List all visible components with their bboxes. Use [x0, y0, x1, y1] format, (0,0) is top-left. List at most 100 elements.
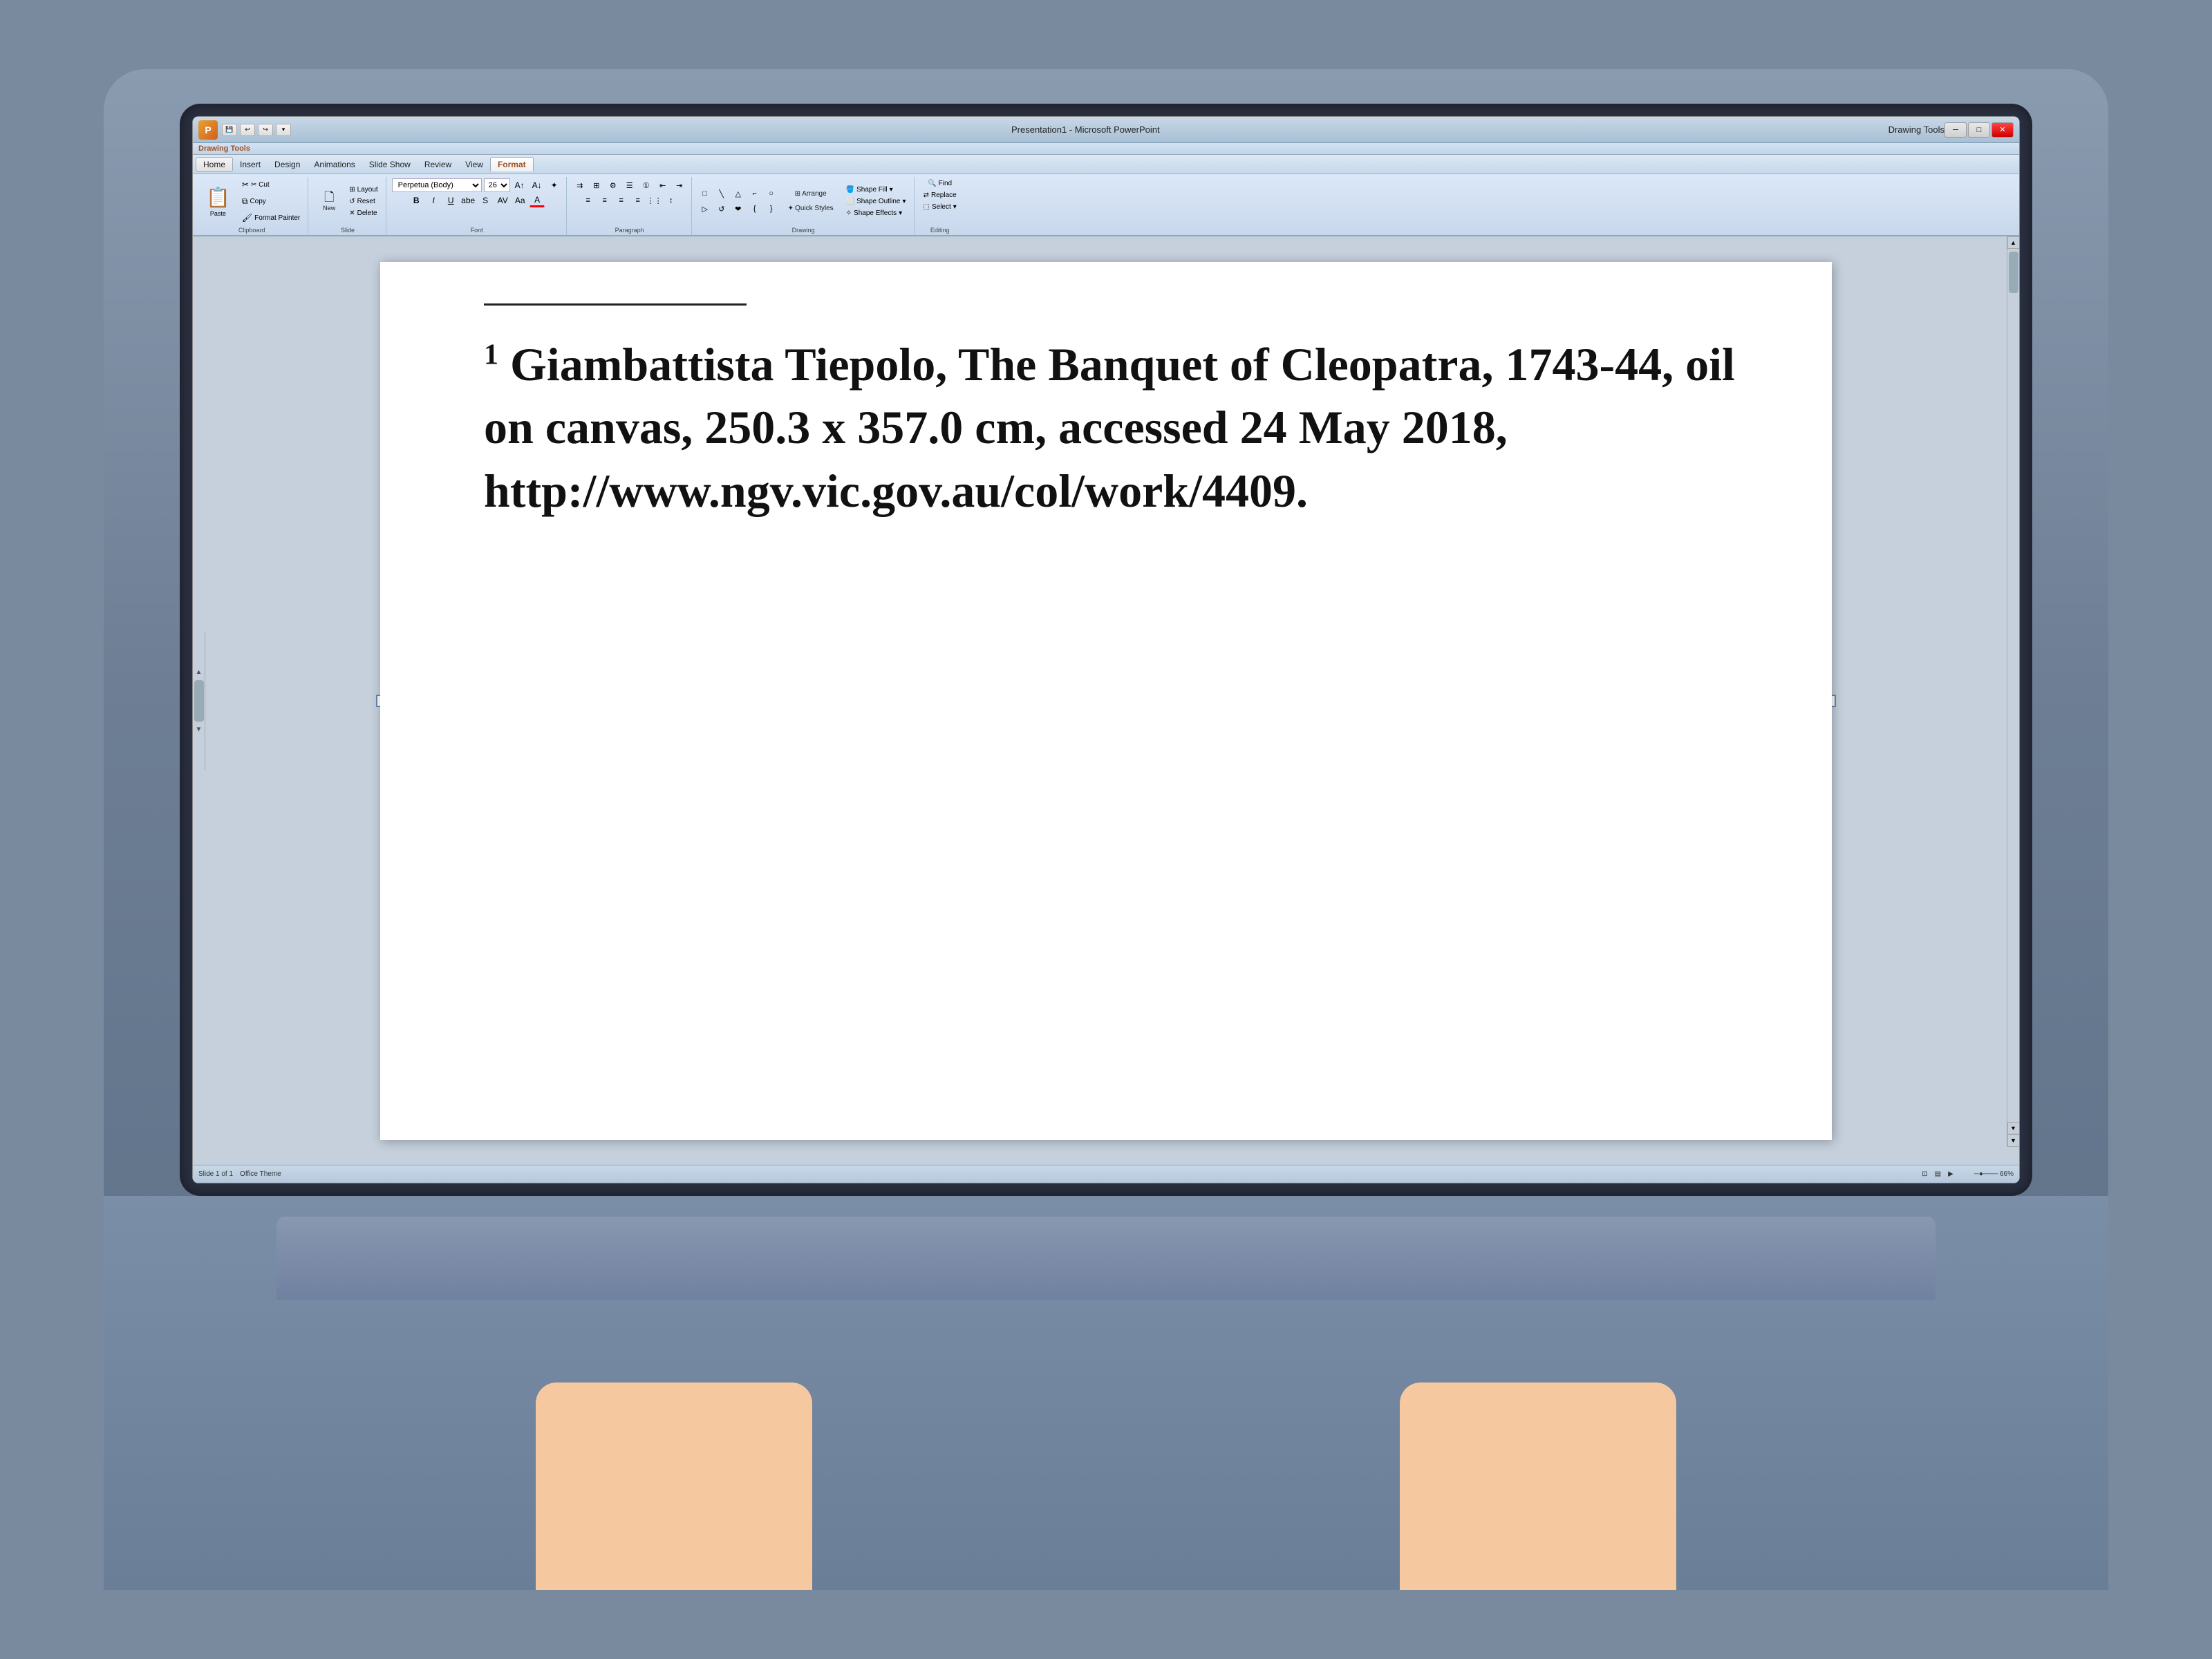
font-size-select[interactable]: 26	[484, 178, 510, 192]
copy-button[interactable]: ⧉ Copy	[238, 195, 303, 208]
slide-divider	[484, 303, 747, 306]
font-face-select[interactable]: Perpetua (Body)	[392, 178, 482, 192]
reset-button[interactable]: ↺ Reset	[346, 196, 381, 207]
menu-view[interactable]: View	[458, 158, 490, 171]
quick-styles-icon: ✦	[788, 205, 794, 212]
text-direction-btn[interactable]: ⇉	[572, 178, 588, 192]
left-scroll-up[interactable]: ▲	[194, 667, 204, 677]
strikethrough-button[interactable]: abe	[460, 194, 476, 207]
delete-button[interactable]: ✕ Delete	[346, 208, 381, 218]
find-button[interactable]: 🔍 Find	[924, 178, 955, 189]
shape-btn-6[interactable]: ▷	[697, 202, 713, 216]
close-btn[interactable]: ✕	[1991, 122, 2014, 138]
shape-btn-4[interactable]: ⌐	[747, 187, 762, 200]
menu-format[interactable]: Format	[490, 157, 534, 171]
drawing-label: Drawing	[693, 227, 914, 234]
line-spacing-btn[interactable]: ↕	[664, 194, 679, 207]
shape-outline-btn[interactable]: ⬜ Shape Outline▾	[843, 196, 910, 207]
vertical-scrollbar[interactable]: ▲ ▼ ▼	[2007, 236, 2019, 1147]
scroll-thumb[interactable]	[2009, 252, 2018, 293]
editing-label: Editing	[916, 227, 964, 234]
shape-btn-8[interactable]: ❤	[731, 202, 746, 216]
numbering-btn[interactable]: ①	[639, 178, 654, 192]
shape-btn-2[interactable]: ╲	[714, 187, 729, 200]
increase-indent-btn[interactable]: ⇥	[672, 178, 687, 192]
decrease-font-btn[interactable]: A↓	[529, 178, 545, 192]
scroll-down-btn-2[interactable]: ▼	[2007, 1134, 2020, 1147]
shape-fill-btn[interactable]: 🪣 Shape Fill▾	[843, 185, 910, 195]
underline-button[interactable]: U	[443, 194, 458, 207]
scroll-up-btn[interactable]: ▲	[2007, 236, 2020, 249]
align-center-btn[interactable]: ≡	[597, 194, 612, 207]
shape-btn-7[interactable]: ↺	[714, 202, 729, 216]
cut-button[interactable]: ✂ ✂ Cut	[238, 178, 303, 191]
slide-main-text[interactable]: 1 Giambattista Tiepolo, The Banquet of C…	[484, 333, 1749, 523]
shape-effects-btn[interactable]: ✧ Shape Effects▾	[843, 208, 910, 218]
spacing-button[interactable]: AV	[495, 194, 510, 207]
left-scrollbar[interactable]: ▲ ▼	[193, 632, 205, 770]
bullets-btn[interactable]: ☰	[622, 178, 637, 192]
new-slide-button[interactable]: 🗋 New	[314, 188, 344, 215]
shape-btn-10[interactable]: }	[764, 202, 779, 216]
zoom-slider[interactable]: ─●─── 66%	[1974, 1170, 2014, 1178]
menu-slideshow[interactable]: Slide Show	[362, 158, 418, 171]
undo-qs-btn[interactable]: ↩	[240, 124, 255, 136]
slide-count: Slide 1 of 1	[198, 1170, 233, 1178]
screen-inner: P 💾 ↩ ↪ ▾ Presentation1 - Microsoft Powe…	[192, 116, 2020, 1183]
menu-animations[interactable]: Animations	[307, 158, 362, 171]
view-normal-btn[interactable]: ⊡	[1922, 1170, 1927, 1178]
align-right-btn[interactable]: ≡	[614, 194, 629, 207]
left-scroll-thumb[interactable]	[194, 680, 204, 722]
layout-button[interactable]: ⊞ Layout	[346, 185, 381, 195]
scroll-down-btn-1[interactable]: ▼	[2007, 1122, 2020, 1134]
ribbon-content: 📋 Paste ✂ ✂ Cut ⧉	[193, 174, 2019, 235]
screen-bezel: P 💾 ↩ ↪ ▾ Presentation1 - Microsoft Powe…	[180, 104, 2032, 1196]
ribbon-group-clipboard: 📋 Paste ✂ ✂ Cut ⧉	[196, 177, 308, 235]
quick-styles-btn[interactable]: ✦ Quick Styles	[783, 202, 838, 215]
shape-btn-1[interactable]: □	[697, 187, 713, 200]
paste-button[interactable]: 📋 Paste	[200, 178, 236, 224]
view-slide-btn[interactable]: ▤	[1935, 1170, 1941, 1178]
menu-design[interactable]: Design	[268, 158, 307, 171]
clipboard-label: Clipboard	[196, 227, 308, 234]
clear-format-btn[interactable]: ✦	[547, 178, 562, 192]
convert-smartart-btn[interactable]: ⚙	[606, 178, 621, 192]
align-left-btn[interactable]: ≡	[581, 194, 596, 207]
align-text-btn[interactable]: ⊞	[589, 178, 604, 192]
slide[interactable]: 1 Giambattista Tiepolo, The Banquet of C…	[380, 262, 1832, 1140]
replace-button[interactable]: ⇄ Replace	[920, 190, 960, 200]
italic-button[interactable]: I	[426, 194, 441, 207]
replace-icon: ⇄	[924, 191, 929, 199]
save-qs-btn[interactable]: 💾	[222, 124, 237, 136]
font-content: Perpetua (Body) 26 A↑ A↓ ✦	[392, 178, 562, 234]
shape-btn-5[interactable]: ○	[764, 187, 779, 200]
redo-qs-btn[interactable]: ↪	[258, 124, 273, 136]
drawing-content: □ ╲ △ ⌐ ○ ▷ ↺ ❤	[697, 178, 910, 234]
case-button[interactable]: Aa	[512, 194, 527, 207]
format-painter-button[interactable]: 🖌 Format Painter	[238, 212, 303, 224]
bold-button[interactable]: B	[409, 194, 424, 207]
slide-content: 1 Giambattista Tiepolo, The Banquet of C…	[380, 262, 1832, 1140]
select-button[interactable]: ⬚ Select▾	[920, 202, 960, 212]
arrange-btn[interactable]: ⊞ Arrange	[783, 187, 838, 200]
restore-btn[interactable]: □	[1968, 122, 1990, 138]
menu-review[interactable]: Review	[418, 158, 458, 171]
left-scroll-down[interactable]: ▼	[194, 724, 204, 735]
increase-font-btn[interactable]: A↑	[512, 178, 527, 192]
window-controls: ─ □ ✕	[1944, 122, 2014, 138]
qs-menu-btn[interactable]: ▾	[276, 124, 291, 136]
font-color-btn[interactable]: A	[529, 194, 545, 207]
justify-btn[interactable]: ≡	[630, 194, 646, 207]
shape-btn-9[interactable]: {	[747, 202, 762, 216]
shadow-button[interactable]: S	[478, 194, 493, 207]
scroll-track	[2009, 249, 2018, 1122]
menu-insert[interactable]: Insert	[233, 158, 268, 171]
columns-btn[interactable]: ⋮⋮	[647, 194, 662, 207]
minimize-btn[interactable]: ─	[1944, 122, 1967, 138]
drawing-tools-label: Drawing Tools	[1888, 124, 1944, 135]
view-slideshow-btn[interactable]: ▶	[1948, 1170, 1953, 1178]
menu-home[interactable]: Home	[196, 157, 233, 172]
shape-btn-3[interactable]: △	[731, 187, 746, 200]
ribbon-group-slides: 🗋 New ⊞ Layout ↺	[310, 177, 386, 235]
decrease-indent-btn[interactable]: ⇤	[655, 178, 671, 192]
